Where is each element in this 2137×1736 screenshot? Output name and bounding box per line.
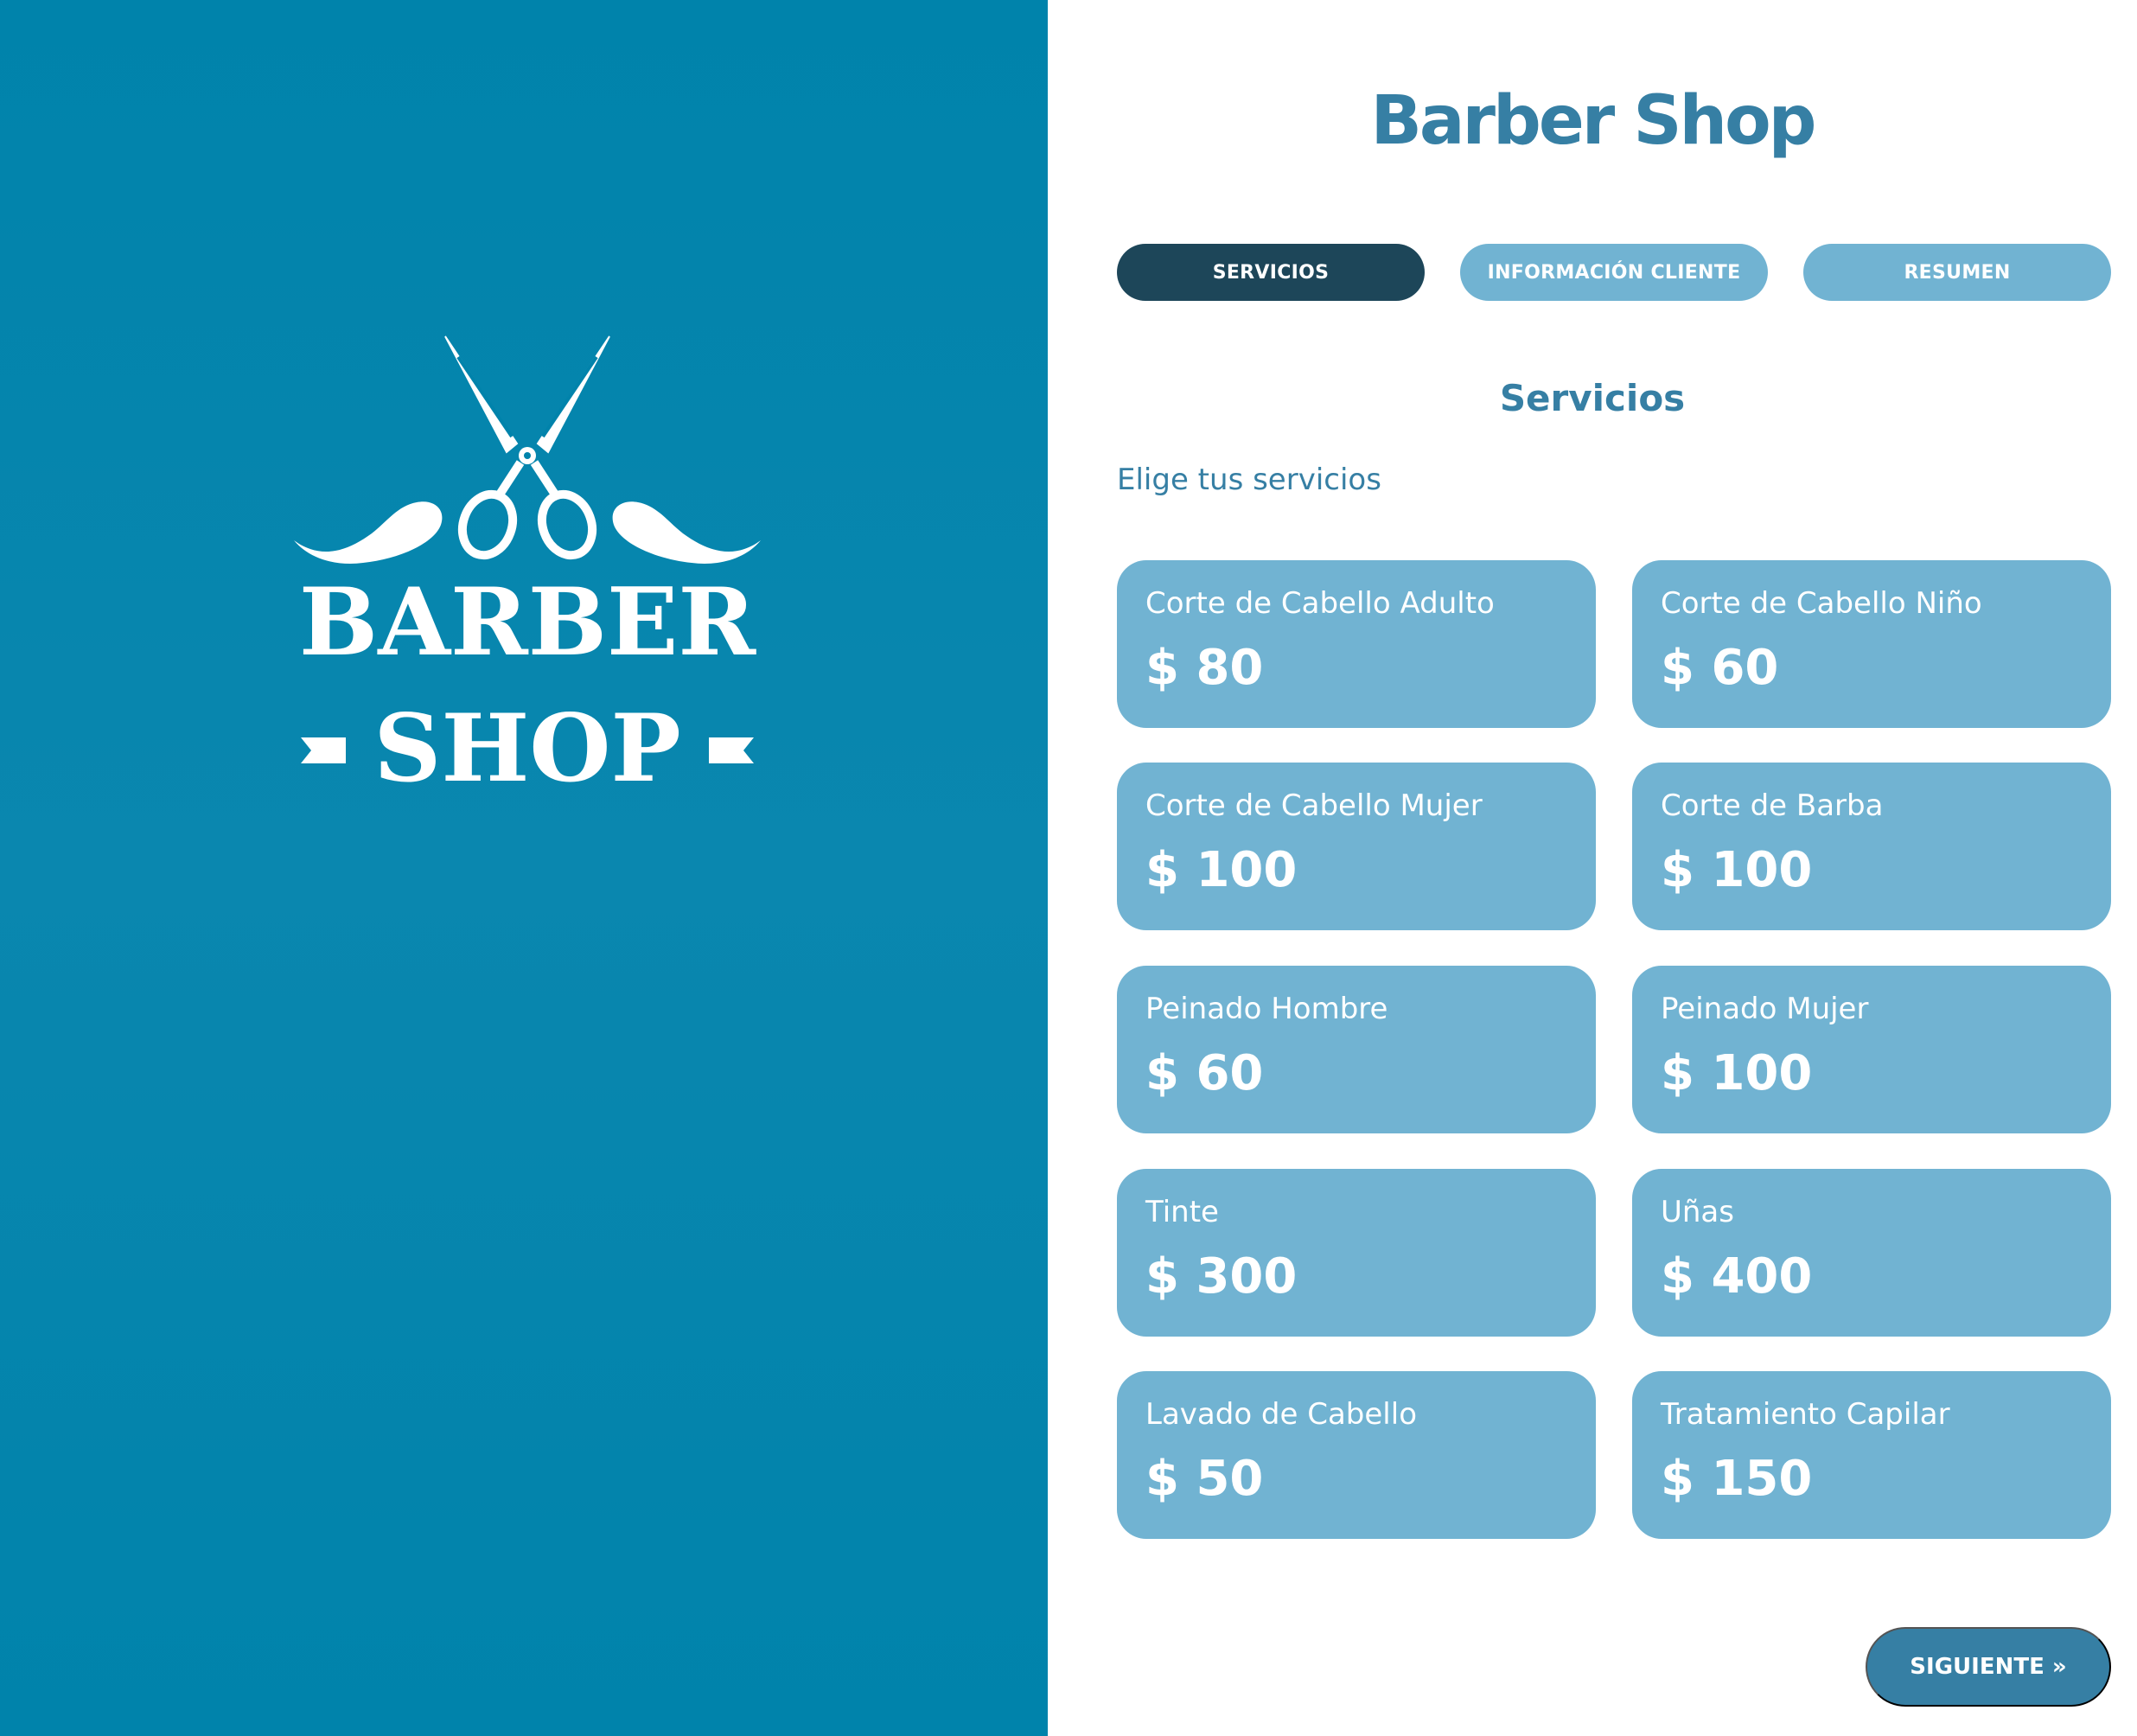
service-name: Peinado Mujer	[1661, 992, 1869, 1026]
service-name: Corte de Barba	[1661, 788, 1884, 823]
barber-shop-logo: BARBER SHOP	[294, 335, 761, 800]
booking-panel: Barber Shop SERVICIOS INFORMACIÓN CLIENT…	[1048, 0, 2137, 1736]
service-name: Tratamiento Capilar	[1661, 1397, 1950, 1432]
tab-resumen[interactable]: RESUMEN	[1803, 244, 2111, 301]
service-card[interactable]: Lavado de Cabello $ 50	[1117, 1371, 1596, 1539]
service-price: $ 80	[1145, 640, 1264, 696]
service-price: $ 400	[1661, 1248, 1813, 1305]
service-name: Uñas	[1661, 1195, 1734, 1229]
service-card[interactable]: Tratamiento Capilar $ 150	[1632, 1371, 2111, 1539]
service-name: Corte de Cabello Adulto	[1145, 586, 1495, 621]
page-title: Barber Shop	[1370, 82, 1816, 160]
service-name: Lavado de Cabello	[1145, 1397, 1418, 1432]
service-price: $ 150	[1661, 1451, 1813, 1507]
service-card[interactable]: Peinado Hombre $ 60	[1117, 966, 1596, 1133]
service-card[interactable]: Tinte $ 300	[1117, 1169, 1596, 1337]
service-name: Corte de Cabello Niño	[1661, 586, 1982, 621]
tab-servicios[interactable]: SERVICIOS	[1117, 244, 1425, 301]
service-name: Peinado Hombre	[1145, 992, 1388, 1026]
service-price: $ 100	[1145, 842, 1298, 898]
service-card[interactable]: Uñas $ 400	[1632, 1169, 2111, 1337]
service-name: Tinte	[1145, 1195, 1219, 1229]
service-price: $ 60	[1145, 1045, 1264, 1101]
step-tabs: SERVICIOS INFORMACIÓN CLIENTE RESUMEN	[1117, 244, 2111, 301]
service-card[interactable]: Corte de Cabello Niño $ 60	[1632, 560, 2111, 728]
service-price: $ 100	[1661, 1045, 1813, 1101]
service-name: Corte de Cabello Mujer	[1145, 788, 1483, 823]
service-price: $ 50	[1145, 1451, 1264, 1507]
mustache-icon	[294, 501, 761, 564]
section-title: Servicios	[1499, 377, 1686, 419]
service-card[interactable]: Peinado Mujer $ 100	[1632, 966, 2111, 1133]
service-price: $ 300	[1145, 1248, 1298, 1305]
logo-text-shop: SHOP	[373, 694, 680, 800]
scissors-icon	[444, 335, 610, 560]
service-card[interactable]: Corte de Cabello Mujer $ 100	[1117, 763, 1596, 930]
logo-text-barber: BARBER	[299, 568, 756, 677]
section-description: Elige tus servicios	[1117, 463, 1381, 497]
service-card[interactable]: Corte de Barba $ 100	[1632, 763, 2111, 930]
service-card[interactable]: Corte de Cabello Adulto $ 80	[1117, 560, 1596, 728]
next-button[interactable]: SIGUIENTE »	[1866, 1627, 2111, 1707]
service-price: $ 100	[1661, 842, 1813, 898]
tab-informacion-cliente[interactable]: INFORMACIÓN CLIENTE	[1460, 244, 1768, 301]
brand-panel: BARBER SHOP	[0, 0, 1048, 1736]
service-price: $ 60	[1661, 640, 1779, 696]
